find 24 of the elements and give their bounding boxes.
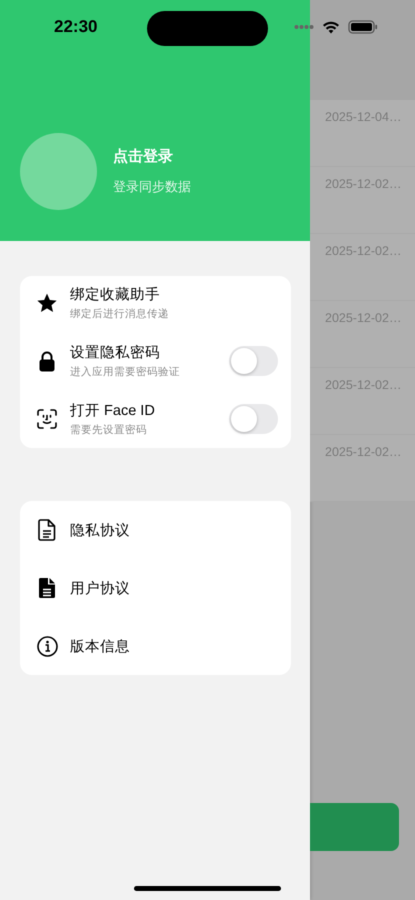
setting-hint: 绑定后进行消息传递: [70, 307, 170, 321]
menu-item[interactable]: 隐私协议: [70, 520, 130, 540]
clock-time: 22:30: [54, 17, 98, 37]
star-icon: [36, 292, 58, 314]
signal-icon: [294, 24, 314, 30]
setting-hint: 需要先设置密码: [70, 423, 148, 437]
lock-icon: [39, 350, 55, 372]
document-icon: [38, 519, 56, 541]
face-scan-icon: [37, 409, 57, 429]
wifi-icon: [322, 20, 340, 34]
toggle-switch[interactable]: [229, 346, 278, 376]
login-link[interactable]: 点击登录: [113, 147, 191, 166]
setting-hint: 进入应用需要密码验证: [70, 365, 181, 379]
info-icon: [36, 636, 58, 656]
toggle-switch[interactable]: [229, 404, 278, 434]
action-button[interactable]: [310, 803, 399, 851]
battery-icon: [348, 20, 378, 34]
menu-item[interactable]: 版本信息: [70, 636, 130, 656]
subtitle-text: 登录同步数据: [113, 178, 191, 196]
setting-title[interactable]: 打开 Face ID: [70, 401, 229, 420]
document-icon: [38, 577, 56, 599]
menu-item[interactable]: 用户协议: [70, 578, 130, 598]
setting-title[interactable]: 设置隐私密码: [70, 343, 229, 362]
setting-title[interactable]: 绑定收藏助手: [70, 285, 278, 304]
